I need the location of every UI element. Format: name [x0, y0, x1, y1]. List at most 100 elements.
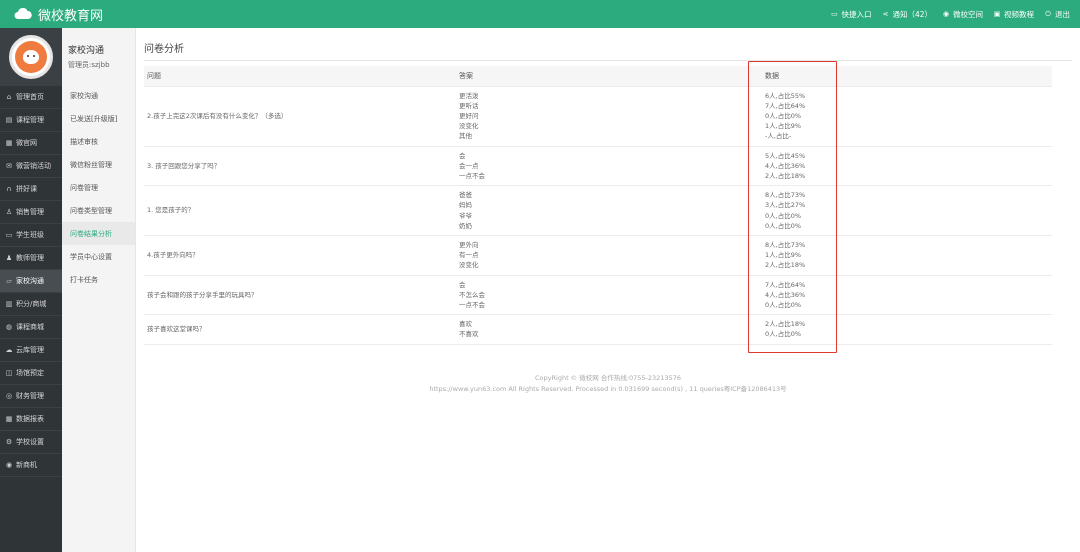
brand-name: 微校教育网 [38, 8, 104, 24]
sub-menu-item[interactable]: 已发送[升级版] [62, 107, 135, 130]
share-icon: ⋖ [882, 10, 889, 18]
answer-option: 爸爸 [459, 191, 472, 200]
user-icon: ♙ [5, 208, 13, 216]
table-body: 2.孩子上完这2次课后有没有什么变化？（多选） 更活泼 更听话 更好问 没变化 其他 6人,… [144, 85, 1052, 345]
sub-menu-item[interactable]: 问卷类型管理 [62, 199, 135, 222]
sub-menu-item[interactable]: 问卷管理 [62, 176, 135, 199]
eye-icon: ◉ [942, 10, 950, 18]
top-bar: 微校教育网 ▭ 快捷入口 ⋖ 通知（42） ◉ 微校空间 ▣ 视频教程 ⏻ 退出 [0, 0, 1080, 28]
sub-menu: 家校沟通 已发送[升级版] 描述审核 微信粉丝管理 问卷管理 问卷类型管理 问卷结果分析 学员… [62, 84, 135, 291]
sidebar-item[interactable]: ▤ 课程管理 [0, 109, 62, 132]
question-cell: 4.孩子更外向吗？ [144, 234, 456, 276]
data-cell: 8人,占比73% 3人,占比27% 0人,占比0% 0人,占比0% [762, 185, 1052, 236]
sub-menu-item[interactable]: 问卷结果分析 [62, 222, 135, 245]
quick-entry-link[interactable]: ▭ 快捷入口 [830, 9, 871, 20]
data-value: 7人,占比64% [765, 101, 806, 110]
sidebar-item-label: 拼好课 [16, 185, 37, 193]
data-value: 0人,占比0% [765, 211, 802, 220]
sidebar-item[interactable]: ▦ 数据报表 [0, 408, 62, 431]
sidebar-item-label: 场馆预定 [16, 369, 44, 377]
answers-cell: 会会一点 一点不会 [456, 145, 762, 186]
answer-option: 奶奶 [459, 221, 472, 230]
sidebar-item[interactable]: ◎ 财务管理 [0, 385, 62, 408]
table-row: 孩子会和跟的孩子分享手里的玩具吗？会不怎么会 一点不会 7人,占比64% 4人,占比3… [144, 274, 1052, 315]
answer-option: 喜欢 [459, 320, 472, 329]
shop-icon: ◍ [5, 323, 13, 331]
quick-entry-label: 快捷入口 [841, 9, 872, 19]
card-icon: ▭ [5, 231, 13, 239]
sidebar-item[interactable]: ◫ 场馆预定 [0, 362, 62, 385]
sidebar-item[interactable]: ⚙ 学校设置 [0, 431, 62, 454]
table-row: 3. 孩子回跟您分享了吗？会会一点 一点不会 5人,占比45% 4人,占比36% 2人,… [144, 145, 1052, 186]
data-value: 2人,占比18% [765, 261, 806, 270]
sub-menu-item[interactable]: 描述审核 [62, 130, 135, 153]
answer-option: 一点不会 [459, 300, 485, 309]
data-value: 2人,占比18% [765, 171, 806, 180]
sidebar-item[interactable]: ⌂ 管理首页 [0, 86, 62, 109]
answer-option: 不喜欢 [459, 330, 479, 339]
data-value: 4人,占比36% [765, 290, 806, 299]
video-tutorial-link[interactable]: ▣ 视频教程 [993, 9, 1034, 20]
answers-cell: 会不怎么会 一点不会 [456, 274, 762, 315]
answer-option: 更活泼 [459, 91, 479, 100]
computer-icon: ▭ [831, 10, 838, 18]
answer-option: 其他 [459, 132, 472, 141]
notifications-label: 通知（42） [892, 9, 932, 19]
sidebar-item-label: 学生班级 [16, 231, 44, 239]
sidebar-item-label: 家校沟通 [16, 277, 44, 285]
sidebar-item[interactable]: ☁ 云库管理 [0, 339, 62, 362]
points-icon: ▥ [5, 300, 13, 308]
sidebar-item[interactable]: ◍ 课程商城 [0, 316, 62, 339]
sidebar-item[interactable]: ♙ 销售管理 [0, 201, 62, 224]
data-value: 6人,占比55% [765, 91, 806, 100]
cloud-icon: ☁ [5, 346, 13, 354]
data-value: 8人,占比73% [765, 240, 806, 249]
sidebar-item[interactable]: ▱ 家校沟通 [0, 270, 62, 293]
sub-menu-item[interactable]: 学员中心设置 [62, 245, 135, 268]
sidebar-item-label: 财务管理 [16, 392, 44, 400]
venue-icon: ◫ [5, 369, 13, 377]
sidebar-item-label: 数据报表 [16, 415, 44, 423]
sidebar-item[interactable]: ▦ 微官网 [0, 132, 62, 155]
sidebar-item-label: 管理首页 [16, 93, 44, 101]
sidebar-item[interactable]: ◉ 新商机 [0, 454, 62, 477]
data-value: 1人,占比9% [765, 251, 802, 260]
title-divider [144, 60, 1072, 61]
sidebar-item[interactable]: ♟ 教师管理 [0, 247, 62, 270]
logout-link[interactable]: ⏻ 退出 [1044, 9, 1070, 20]
top-actions: ▭ 快捷入口 ⋖ 通知（42） ◉ 微校空间 ▣ 视频教程 ⏻ 退出 [830, 9, 1070, 20]
notifications-link[interactable]: ⋖ 通知（42） [881, 9, 932, 20]
sidebar-item-label: 新商机 [16, 461, 37, 469]
sidebar-item-label: 微官网 [16, 139, 37, 147]
answer-option: 更好问 [459, 111, 479, 120]
sidebar-item[interactable]: ✉ 微营销活动 [0, 155, 62, 178]
answers-cell: 喜欢 不喜欢 [456, 314, 762, 345]
avatar-area [0, 28, 62, 86]
data-value: 0人,占比0% [765, 221, 802, 230]
space-link[interactable]: ◉ 微校空间 [942, 9, 983, 20]
question-cell: 2.孩子上完这2次课后有没有什么变化？（多选） [144, 85, 456, 147]
data-value: 8人,占比73% [765, 191, 806, 200]
sub-sidebar: 家校沟通 管理员:szjbb 家校沟通 已发送[升级版] 描述审核 微信粉丝管理 问卷管… [62, 28, 136, 552]
sidebar-item[interactable]: ▥ 积分/商城 [0, 293, 62, 316]
data-cell: 2人,占比18% 0人,占比0% [762, 314, 1052, 345]
sidebar-item[interactable]: ▭ 学生班级 [0, 224, 62, 247]
avatar[interactable] [9, 35, 53, 79]
sidebar-item-label: 积分/商城 [16, 300, 47, 308]
data-cell: 6人,占比55% 7人,占比64% 0人,占比0% 1人,占比9% -人,占比- [762, 85, 1052, 147]
footer-info: https://www.yun63.com All Rights Reserve… [429, 385, 787, 393]
cloud-logo-icon [14, 8, 32, 20]
table-header-row: 问题 答案 数据 [144, 66, 1052, 86]
sub-menu-item[interactable]: 微信粉丝管理 [62, 153, 135, 176]
table-row: 孩子喜欢这堂课吗？ 喜欢 不喜欢 2人,占比18% 0人,占比0% [144, 314, 1052, 345]
sub-menu-item[interactable]: 打卡任务 [62, 268, 135, 291]
brand[interactable]: 微校教育网 [14, 5, 103, 24]
question-cell: 1. 您是孩子的？ [144, 185, 456, 236]
answer-option: 会一点 [459, 161, 479, 170]
data-value: 0人,占比0% [765, 111, 802, 120]
sub-menu-item[interactable]: 家校沟通 [62, 84, 135, 107]
data-value: 1人,占比9% [765, 122, 802, 131]
data-cell: 7人,占比64% 4人,占比36% 0人,占比0% [762, 274, 1052, 315]
sidebar-item[interactable]: ∩ 拼好课 [0, 178, 62, 201]
question-cell: 孩子喜欢这堂课吗？ [144, 314, 456, 345]
